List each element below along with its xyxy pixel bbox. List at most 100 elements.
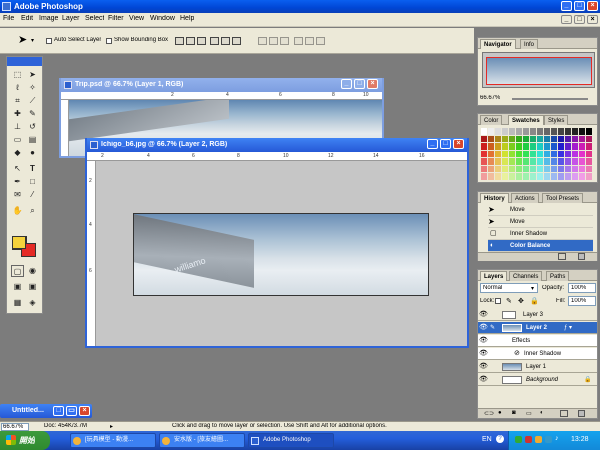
menu-help[interactable]: Help bbox=[180, 15, 194, 22]
tool-preset-dropdown-icon[interactable]: ▾ bbox=[31, 37, 34, 44]
foreground-color-front[interactable] bbox=[12, 236, 26, 249]
pen-tool-icon[interactable]: ✒ bbox=[11, 176, 24, 188]
color-swatch[interactable] bbox=[551, 150, 557, 157]
layer-row-layer-2[interactable]: 👁 ✎ Layer 2 ƒ ▾ bbox=[478, 322, 597, 334]
swatch-grid[interactable] bbox=[481, 128, 593, 182]
menu-window[interactable]: Window bbox=[150, 15, 175, 22]
ichigo-title-bar[interactable]: Ichigo_b6.jpg @ 66.7% (Layer 2, RGB) _ □… bbox=[87, 138, 467, 152]
close-button[interactable]: × bbox=[587, 1, 598, 11]
jump-to-imageready-icon[interactable]: ◈ bbox=[26, 297, 39, 309]
color-swatch[interactable] bbox=[551, 173, 557, 180]
tab-actions[interactable]: Actions bbox=[511, 193, 539, 203]
color-swatch[interactable] bbox=[502, 128, 508, 135]
color-swatch[interactable] bbox=[516, 150, 522, 157]
color-swatch[interactable] bbox=[537, 150, 543, 157]
color-swatch[interactable] bbox=[537, 158, 543, 165]
ichigo-minimize-button[interactable]: _ bbox=[427, 139, 438, 149]
visibility-eye-icon[interactable]: 👁 bbox=[479, 322, 488, 334]
toolbox-header[interactable] bbox=[7, 57, 42, 66]
new-snapshot-icon[interactable] bbox=[558, 253, 566, 260]
color-swatch[interactable] bbox=[565, 173, 571, 180]
color-swatch[interactable] bbox=[502, 135, 508, 142]
align-top-icon[interactable] bbox=[175, 37, 184, 45]
color-swatch[interactable] bbox=[579, 158, 585, 165]
status-arrow-icon[interactable]: ▸ bbox=[110, 423, 113, 430]
blend-mode-select[interactable]: Normal ▾ bbox=[480, 283, 538, 293]
color-swatch[interactable] bbox=[502, 165, 508, 172]
color-swatch[interactable] bbox=[509, 143, 515, 150]
move-tool-button-icon[interactable]: ➤ bbox=[26, 69, 39, 81]
menu-select[interactable]: Select bbox=[85, 15, 104, 22]
history-item[interactable]: ➤ Move bbox=[488, 204, 593, 216]
color-swatch[interactable] bbox=[565, 158, 571, 165]
untitled-restore-button[interactable]: □ bbox=[53, 406, 64, 416]
visibility-eye-icon[interactable]: 👁 bbox=[479, 361, 488, 373]
color-swatch[interactable] bbox=[572, 158, 578, 165]
color-swatch[interactable] bbox=[509, 158, 515, 165]
color-swatch[interactable] bbox=[579, 173, 585, 180]
taskbar-button-toys[interactable]: [玩具模型 - 動漫... bbox=[70, 433, 156, 448]
untitled-maximize-button[interactable]: ▭ bbox=[66, 406, 77, 416]
color-swatch[interactable] bbox=[544, 143, 550, 150]
color-swatch[interactable] bbox=[544, 150, 550, 157]
move-tool-icon[interactable]: ➤ bbox=[18, 34, 27, 46]
hand-tool-icon[interactable]: ✋ bbox=[11, 205, 24, 217]
eraser-tool-icon[interactable]: ▭ bbox=[11, 134, 24, 146]
color-swatch[interactable] bbox=[537, 128, 543, 135]
gradient-tool-icon[interactable]: ▤ bbox=[26, 134, 39, 146]
color-swatch[interactable] bbox=[558, 143, 564, 150]
tab-layers[interactable]: Layers bbox=[480, 271, 508, 281]
distribute-middle-icon[interactable] bbox=[269, 37, 278, 45]
help-icon[interactable]: ? bbox=[496, 435, 504, 443]
history-item[interactable]: ▢ Inner Shadow bbox=[488, 228, 593, 240]
color-swatch[interactable] bbox=[495, 143, 501, 150]
color-swatch[interactable] bbox=[579, 165, 585, 172]
menu-filter[interactable]: Filter bbox=[108, 15, 124, 22]
screen-mode-full-icon[interactable]: ▣ bbox=[26, 281, 39, 293]
color-swatch[interactable] bbox=[537, 143, 543, 150]
history-brush-icon[interactable]: ↺ bbox=[26, 121, 39, 133]
color-swatch[interactable] bbox=[509, 165, 515, 172]
delete-layer-icon[interactable] bbox=[578, 410, 585, 417]
color-swatch[interactable] bbox=[586, 143, 592, 150]
link-layers-icon[interactable]: ⊂⊃ bbox=[484, 410, 494, 417]
shape-tool-icon[interactable]: □ bbox=[26, 176, 39, 188]
lock-all-icon[interactable]: 🔒 bbox=[530, 297, 539, 305]
color-swatch[interactable] bbox=[523, 143, 529, 150]
color-swatch[interactable] bbox=[509, 173, 515, 180]
history-item-selected[interactable]: ◐ Color Balance bbox=[488, 240, 593, 252]
color-swatch[interactable] bbox=[495, 173, 501, 180]
color-swatch[interactable] bbox=[572, 165, 578, 172]
menu-file[interactable]: File bbox=[3, 15, 14, 22]
type-tool-icon[interactable]: T bbox=[26, 163, 39, 175]
color-swatch[interactable] bbox=[586, 128, 592, 135]
align-right-icon[interactable] bbox=[232, 37, 241, 45]
doc-restore-button[interactable]: □ bbox=[574, 15, 585, 24]
color-swatch[interactable] bbox=[579, 143, 585, 150]
color-swatch[interactable] bbox=[523, 135, 529, 142]
lasso-tool-icon[interactable]: ℓ bbox=[11, 82, 24, 94]
blur-tool-icon[interactable]: ◆ bbox=[11, 147, 24, 159]
tab-history[interactable]: History bbox=[480, 193, 509, 203]
color-swatch[interactable] bbox=[586, 135, 592, 142]
color-swatch[interactable] bbox=[488, 135, 494, 142]
color-swatch[interactable] bbox=[488, 158, 494, 165]
color-swatch[interactable] bbox=[495, 165, 501, 172]
color-swatch[interactable] bbox=[572, 128, 578, 135]
dodge-tool-icon[interactable]: ● bbox=[26, 147, 39, 159]
magic-wand-icon[interactable]: ✧ bbox=[26, 82, 39, 94]
color-swatch[interactable] bbox=[481, 150, 487, 157]
align-bottom-icon[interactable] bbox=[197, 37, 206, 45]
color-swatch[interactable] bbox=[502, 158, 508, 165]
tab-navigator[interactable]: Navigator bbox=[480, 39, 516, 49]
color-swatch[interactable] bbox=[481, 158, 487, 165]
start-button[interactable]: 開始 bbox=[0, 431, 50, 450]
color-swatch[interactable] bbox=[488, 173, 494, 180]
color-swatch[interactable] bbox=[551, 165, 557, 172]
minimize-button[interactable]: _ bbox=[561, 1, 572, 11]
untitled-close-button[interactable]: × bbox=[79, 406, 90, 416]
color-swatch[interactable] bbox=[558, 173, 564, 180]
history-item[interactable]: ➤ Move bbox=[488, 216, 593, 228]
lock-pixels-icon[interactable]: ✎ bbox=[506, 297, 512, 305]
menu-layer[interactable]: Layer bbox=[62, 15, 80, 22]
